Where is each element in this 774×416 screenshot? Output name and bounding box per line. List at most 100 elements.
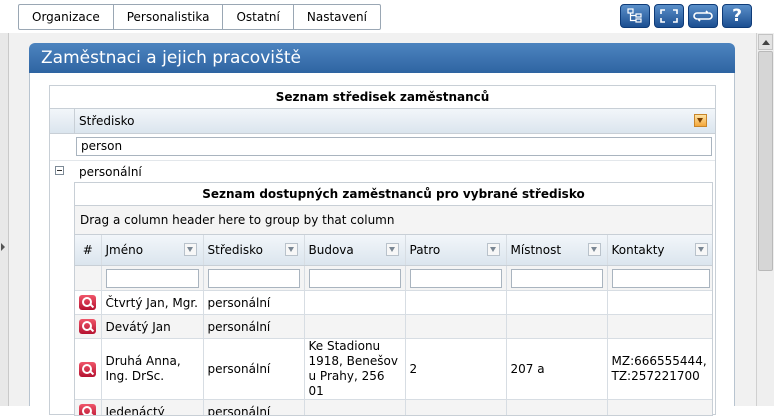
table-row[interactable]: Jedenáctý personální [75, 400, 713, 416]
cell-patro: 2 [405, 339, 506, 400]
cell-patro [405, 291, 506, 315]
scroll-thumb[interactable] [758, 51, 773, 271]
panel-title: Zaměstnaci a jejich pracoviště [29, 43, 735, 73]
row-action-cell [75, 339, 101, 400]
employees-grid-caption: Seznam dostupných zaměstnanců pro vybran… [75, 183, 712, 206]
filter-input-patro[interactable] [410, 269, 502, 288]
cell-mistnost [506, 315, 607, 339]
panel-body: Seznam středisek zaměstnanců Středisko p… [29, 73, 735, 406]
column-label: Patro [410, 243, 441, 257]
filter-cell-budova [304, 266, 405, 291]
cell-budova [304, 315, 405, 339]
sort-menu-icon[interactable] [588, 243, 601, 256]
cell-kontakty [607, 291, 713, 315]
column-header-patro[interactable]: Patro [405, 235, 506, 266]
cell-kontakty [607, 400, 713, 416]
cell-budova: Ke Stadionu 1918, Benešov u Prahy, 256 0… [304, 339, 405, 400]
column-header-kontakty[interactable]: Kontakty [607, 235, 713, 266]
cell-patro [405, 315, 506, 339]
column-header-jmeno[interactable]: Jméno [101, 235, 203, 266]
filter-input-budova[interactable] [309, 269, 401, 288]
filter-input-jmeno[interactable] [106, 269, 199, 288]
column-label: Středisko [208, 243, 263, 257]
cell-jmeno: Jedenáctý [101, 400, 203, 416]
filter-cell-index [75, 266, 101, 291]
filter-input-stredisko[interactable] [208, 269, 300, 288]
employees-table: # Jméno Středisko Budova Patro Místnost … [75, 235, 713, 416]
sort-menu-icon[interactable] [695, 243, 708, 256]
filter-input-kontakty[interactable] [612, 269, 710, 288]
cell-jmeno: Druhá Anna, Ing. DrSc. [101, 339, 203, 400]
sort-menu-icon[interactable] [386, 243, 399, 256]
cell-budova [304, 291, 405, 315]
cell-jmeno: Čtvrtý Jan, Mgr. [101, 291, 203, 315]
column-header-mistnost[interactable]: Místnost [506, 235, 607, 266]
cell-stredisko: personální [203, 315, 304, 339]
employees-grid: Seznam dostupných zaměstnanců pro vybran… [74, 182, 713, 416]
menu-personalistika[interactable]: Personalistika [114, 5, 224, 29]
refresh-icon[interactable] [688, 4, 718, 28]
tree-icon[interactable] [620, 4, 650, 28]
centers-row[interactable]: personální [50, 161, 715, 183]
centers-grid: Seznam středisek zaměstnanců Středisko p… [49, 85, 716, 415]
cell-mistnost [506, 291, 607, 315]
column-label: Místnost [511, 243, 562, 257]
group-by-panel[interactable]: Drag a column header here to group by th… [75, 206, 712, 235]
left-collapse-strip[interactable] [0, 33, 9, 406]
cell-mistnost: 207 a [506, 339, 607, 400]
header-spacer [50, 109, 75, 133]
filter-input-mistnost[interactable] [511, 269, 603, 288]
cell-stredisko: personální [203, 291, 304, 315]
filter-cell-mistnost [506, 266, 607, 291]
row-action-cell [75, 400, 101, 416]
cell-jmeno: Devátý Jan [101, 315, 203, 339]
sort-menu-icon[interactable] [487, 243, 500, 256]
centers-grid-header: Středisko [50, 109, 715, 134]
collapse-icon[interactable] [55, 166, 64, 175]
cell-stredisko: personální [203, 339, 304, 400]
filter-cell-jmeno [101, 266, 203, 291]
menu-organizace[interactable]: Organizace [19, 5, 114, 29]
zoom-icon[interactable] [79, 319, 96, 334]
zoom-icon[interactable] [79, 362, 96, 377]
cell-stredisko: personální [203, 400, 304, 416]
centers-grid-caption: Seznam středisek zaměstnanců [50, 86, 715, 109]
filter-cell-patro [405, 266, 506, 291]
help-icon[interactable]: ? [722, 4, 752, 28]
filter-cell-kontakty [607, 266, 713, 291]
table-row[interactable]: Druhá Anna, Ing. DrSc. personální Ke Sta… [75, 339, 713, 400]
main-menu: Organizace Personalistika Ostatní Nastav… [18, 4, 381, 30]
sort-menu-icon[interactable] [184, 243, 197, 256]
row-action-cell [75, 291, 101, 315]
toolbar: ? [620, 4, 752, 28]
sort-menu-icon[interactable] [285, 243, 298, 256]
center-name: personální [79, 161, 142, 183]
row-action-cell [75, 315, 101, 339]
cell-budova [304, 400, 405, 416]
zoom-icon[interactable] [79, 295, 96, 310]
cell-mistnost [506, 400, 607, 416]
centers-filter-row: person [50, 134, 715, 161]
column-header-stredisko[interactable]: Středisko [79, 109, 134, 133]
column-header-index: # [75, 235, 101, 266]
column-label: Kontakty [612, 243, 665, 257]
cell-kontakty: MZ:666555444, TZ:257221700 [607, 339, 713, 400]
column-header-budova[interactable]: Budova [304, 235, 405, 266]
cell-patro [405, 400, 506, 416]
column-header-stredisko[interactable]: Středisko [203, 235, 304, 266]
column-label: Jméno [106, 243, 144, 257]
menu-ostatni[interactable]: Ostatní [223, 5, 293, 29]
table-row[interactable]: Čtvrtý Jan, Mgr. personální [75, 291, 713, 315]
filter-cell-stredisko [203, 266, 304, 291]
centers-filter-input[interactable]: person [76, 137, 712, 156]
menu-nastaveni[interactable]: Nastavení [294, 5, 380, 29]
sort-menu-icon[interactable] [694, 114, 707, 127]
column-label: Budova [309, 243, 354, 257]
main-area: Zaměstnaci a jejich pracoviště Seznam st… [9, 33, 756, 406]
table-row[interactable]: Devátý Jan personální [75, 315, 713, 339]
top-bar: Organizace Personalistika Ostatní Nastav… [0, 0, 774, 33]
fullscreen-icon[interactable] [654, 4, 684, 28]
scroll-up-arrow-icon[interactable] [758, 34, 773, 50]
vertical-scrollbar[interactable] [756, 33, 774, 406]
expand-arrow-icon[interactable] [1, 243, 5, 251]
